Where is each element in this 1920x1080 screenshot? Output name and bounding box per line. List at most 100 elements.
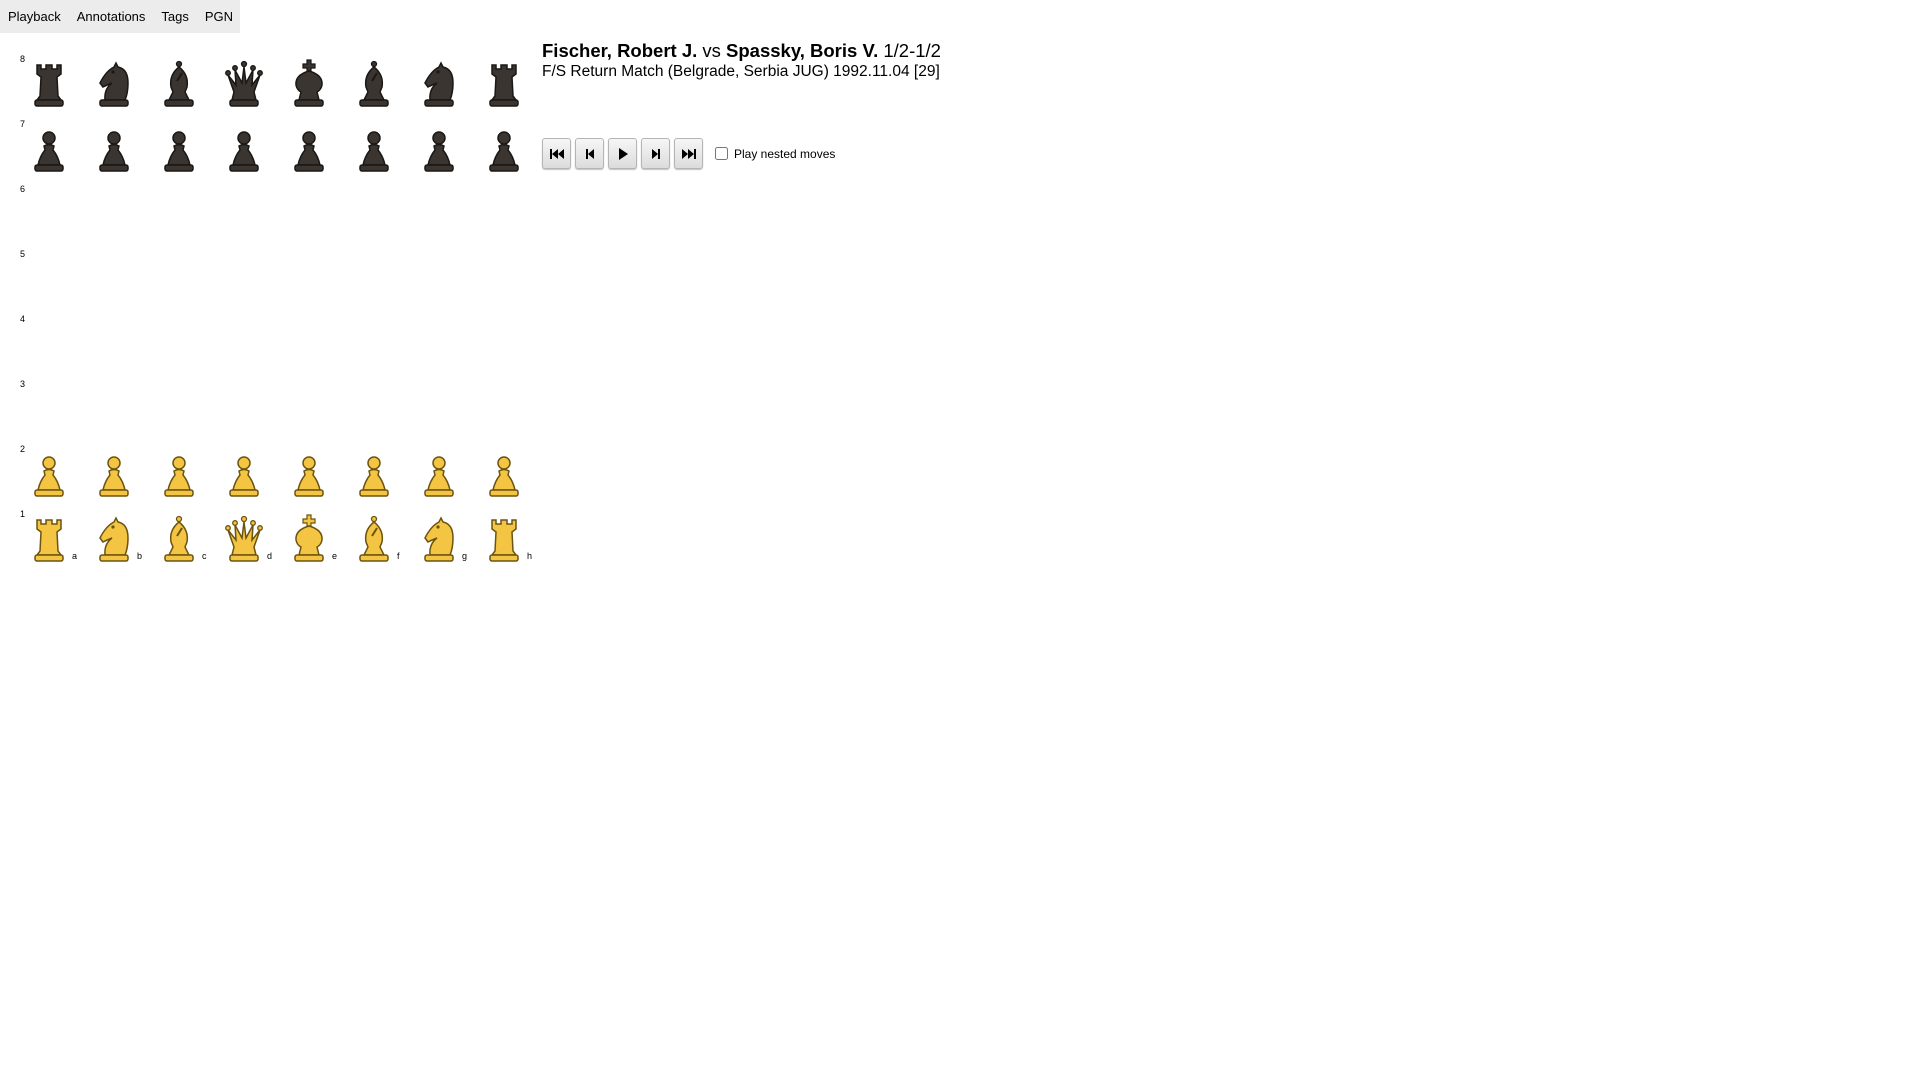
- square-e7[interactable]: [276, 117, 341, 182]
- square-c7[interactable]: [146, 117, 211, 182]
- square-h4[interactable]: [471, 312, 536, 377]
- square-b7[interactable]: [81, 117, 146, 182]
- white-knight-icon[interactable]: [417, 513, 461, 565]
- square-d3[interactable]: [211, 377, 276, 442]
- square-g4[interactable]: [406, 312, 471, 377]
- first-move-button[interactable]: [542, 138, 571, 169]
- next-move-button[interactable]: [641, 138, 670, 169]
- square-c2[interactable]: [146, 442, 211, 507]
- white-pawn-icon[interactable]: [157, 448, 201, 500]
- square-d7[interactable]: [211, 117, 276, 182]
- white-bishop-icon[interactable]: [157, 513, 201, 565]
- square-c5[interactable]: [146, 247, 211, 312]
- square-c3[interactable]: [146, 377, 211, 442]
- square-a2[interactable]: [16, 442, 81, 507]
- menu-item-playback[interactable]: Playback: [0, 0, 69, 33]
- black-pawn-icon[interactable]: [92, 123, 136, 175]
- square-a8[interactable]: [16, 52, 81, 117]
- chess-board[interactable]: [16, 52, 536, 572]
- black-king-icon[interactable]: [287, 58, 331, 110]
- play-nested-moves-checkbox[interactable]: [715, 147, 728, 160]
- white-rook-icon[interactable]: [482, 513, 526, 565]
- square-e3[interactable]: [276, 377, 341, 442]
- square-b8[interactable]: [81, 52, 146, 117]
- square-f4[interactable]: [341, 312, 406, 377]
- square-g5[interactable]: [406, 247, 471, 312]
- square-c6[interactable]: [146, 182, 211, 247]
- square-b2[interactable]: [81, 442, 146, 507]
- white-pawn-icon[interactable]: [352, 448, 396, 500]
- black-pawn-icon[interactable]: [287, 123, 331, 175]
- black-pawn-icon[interactable]: [482, 123, 526, 175]
- white-knight-icon[interactable]: [92, 513, 136, 565]
- square-h3[interactable]: [471, 377, 536, 442]
- square-e6[interactable]: [276, 182, 341, 247]
- white-rook-icon[interactable]: [27, 513, 71, 565]
- square-b4[interactable]: [81, 312, 146, 377]
- square-g8[interactable]: [406, 52, 471, 117]
- square-b3[interactable]: [81, 377, 146, 442]
- square-f6[interactable]: [341, 182, 406, 247]
- black-bishop-icon[interactable]: [157, 58, 201, 110]
- square-e8[interactable]: [276, 52, 341, 117]
- black-pawn-icon[interactable]: [157, 123, 201, 175]
- square-c8[interactable]: [146, 52, 211, 117]
- square-c4[interactable]: [146, 312, 211, 377]
- square-e1[interactable]: [276, 507, 341, 572]
- square-d8[interactable]: [211, 52, 276, 117]
- menu-item-tags[interactable]: Tags: [153, 0, 196, 33]
- square-b1[interactable]: [81, 507, 146, 572]
- square-h1[interactable]: [471, 507, 536, 572]
- square-f8[interactable]: [341, 52, 406, 117]
- square-d2[interactable]: [211, 442, 276, 507]
- square-g1[interactable]: [406, 507, 471, 572]
- black-knight-icon[interactable]: [92, 58, 136, 110]
- square-b5[interactable]: [81, 247, 146, 312]
- square-h7[interactable]: [471, 117, 536, 182]
- black-queen-icon[interactable]: [222, 58, 266, 110]
- black-rook-icon[interactable]: [27, 58, 71, 110]
- black-pawn-icon[interactable]: [352, 123, 396, 175]
- square-f2[interactable]: [341, 442, 406, 507]
- white-pawn-icon[interactable]: [27, 448, 71, 500]
- last-move-button[interactable]: [674, 138, 703, 169]
- previous-move-button[interactable]: [575, 138, 604, 169]
- square-d4[interactable]: [211, 312, 276, 377]
- white-pawn-icon[interactable]: [417, 448, 461, 500]
- black-pawn-icon[interactable]: [27, 123, 71, 175]
- white-king-icon[interactable]: [287, 513, 331, 565]
- square-h6[interactable]: [471, 182, 536, 247]
- square-e5[interactable]: [276, 247, 341, 312]
- square-a1[interactable]: [16, 507, 81, 572]
- square-f7[interactable]: [341, 117, 406, 182]
- white-pawn-icon[interactable]: [222, 448, 266, 500]
- square-g2[interactable]: [406, 442, 471, 507]
- black-rook-icon[interactable]: [482, 58, 526, 110]
- square-g3[interactable]: [406, 377, 471, 442]
- square-a6[interactable]: [16, 182, 81, 247]
- square-h2[interactable]: [471, 442, 536, 507]
- black-pawn-icon[interactable]: [417, 123, 461, 175]
- black-knight-icon[interactable]: [417, 58, 461, 110]
- square-e2[interactable]: [276, 442, 341, 507]
- square-g7[interactable]: [406, 117, 471, 182]
- black-pawn-icon[interactable]: [222, 123, 266, 175]
- square-g6[interactable]: [406, 182, 471, 247]
- square-a7[interactable]: [16, 117, 81, 182]
- white-pawn-icon[interactable]: [92, 448, 136, 500]
- square-a3[interactable]: [16, 377, 81, 442]
- white-bishop-icon[interactable]: [352, 513, 396, 565]
- square-d5[interactable]: [211, 247, 276, 312]
- square-d6[interactable]: [211, 182, 276, 247]
- square-f5[interactable]: [341, 247, 406, 312]
- square-a5[interactable]: [16, 247, 81, 312]
- square-e4[interactable]: [276, 312, 341, 377]
- square-h5[interactable]: [471, 247, 536, 312]
- menu-item-pgn[interactable]: PGN: [197, 0, 241, 33]
- square-h8[interactable]: [471, 52, 536, 117]
- square-f3[interactable]: [341, 377, 406, 442]
- white-pawn-icon[interactable]: [482, 448, 526, 500]
- white-queen-icon[interactable]: [222, 513, 266, 565]
- play-button[interactable]: [608, 138, 637, 169]
- black-bishop-icon[interactable]: [352, 58, 396, 110]
